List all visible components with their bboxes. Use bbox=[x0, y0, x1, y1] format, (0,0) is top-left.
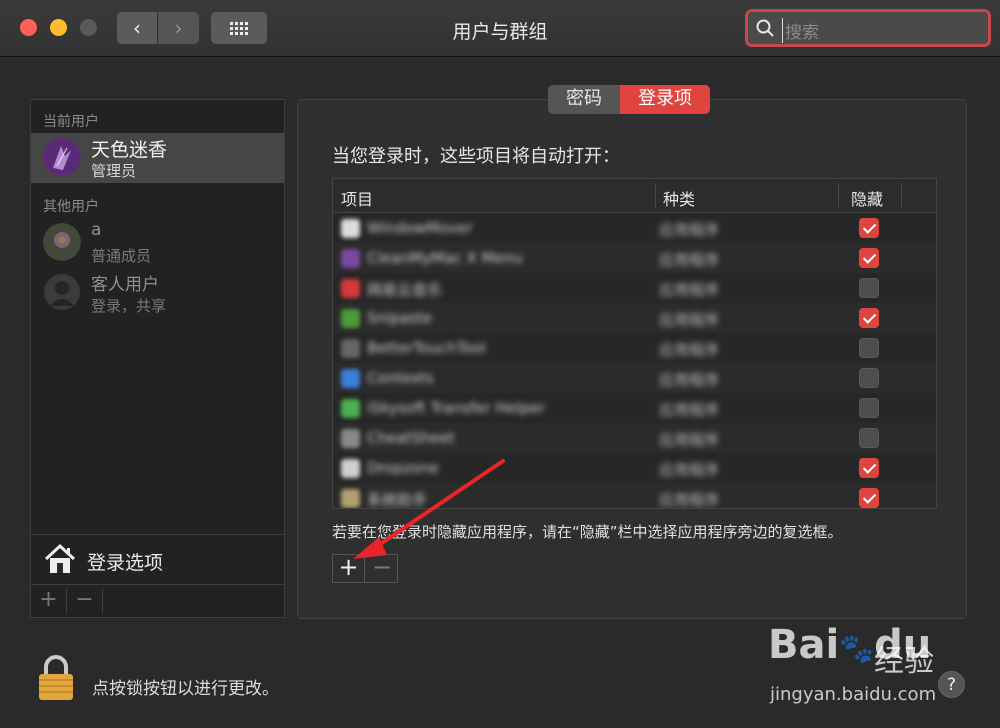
user-name: 客人用户 bbox=[91, 275, 159, 295]
app-name: 系统助手 bbox=[367, 491, 428, 509]
hide-checkbox[interactable] bbox=[859, 368, 879, 388]
tab-password[interactable]: 密码 bbox=[548, 85, 620, 114]
users-sidebar: 当前用户 天色迷香 管理员 其他用户 a 普通成员 客人用户 登录，共享 登录选… bbox=[30, 99, 285, 618]
app-icon bbox=[341, 309, 360, 328]
hide-checkbox[interactable] bbox=[859, 488, 879, 508]
lock-message: 点按锁按钮以进行更改。 bbox=[92, 679, 279, 699]
add-user-button[interactable]: + bbox=[31, 588, 67, 614]
app-kind: 应用程序 bbox=[659, 341, 720, 359]
column-header-item[interactable]: 项目 bbox=[341, 186, 373, 210]
user-name: a bbox=[91, 220, 102, 240]
column-divider bbox=[838, 183, 839, 207]
baidu-watermark-url: jingyan.baidu.com bbox=[770, 684, 937, 705]
app-icon bbox=[341, 279, 360, 298]
app-kind: 应用程序 bbox=[659, 431, 720, 449]
app-icon bbox=[341, 249, 360, 268]
user-name: 天色迷香 bbox=[91, 139, 168, 161]
paw-icon: 🐾 bbox=[839, 632, 875, 665]
help-button[interactable]: ? bbox=[938, 671, 965, 698]
hide-checkbox[interactable] bbox=[859, 398, 879, 418]
table-row[interactable]: CleanMyMac X Menu 应用程序 bbox=[333, 243, 936, 273]
tab-login-items[interactable]: 登录项 bbox=[620, 85, 710, 114]
app-kind: 应用程序 bbox=[659, 221, 720, 239]
user-avatar bbox=[43, 138, 81, 176]
table-row[interactable]: CheatSheet 应用程序 bbox=[333, 423, 936, 453]
app-icon bbox=[341, 459, 360, 478]
app-name: Dropzone bbox=[367, 459, 439, 477]
app-name: iSkysoft Transfer Helper bbox=[367, 399, 546, 417]
table-row[interactable]: WindowMover 应用程序 bbox=[333, 213, 936, 243]
remove-login-item-button[interactable]: − bbox=[366, 555, 398, 582]
hide-checkbox[interactable] bbox=[859, 218, 879, 238]
app-kind: 应用程序 bbox=[659, 251, 720, 269]
app-kind: 应用程序 bbox=[659, 461, 720, 479]
column-header-kind[interactable]: 种类 bbox=[663, 186, 695, 210]
table-row[interactable]: 网易云音乐 应用程序 bbox=[333, 273, 936, 303]
user-item-guest[interactable]: 客人用户 登录，共享 bbox=[31, 268, 284, 318]
app-kind: 应用程序 bbox=[659, 371, 720, 389]
app-icon bbox=[341, 489, 360, 508]
tab-bar: 密码 登录项 bbox=[548, 85, 710, 114]
baidu-watermark-jingyan: 经验 bbox=[874, 644, 934, 679]
login-items-add-remove: + − bbox=[332, 554, 398, 583]
user-role: 登录，共享 bbox=[91, 297, 167, 315]
app-icon bbox=[341, 339, 360, 358]
app-name: Snipaste bbox=[367, 309, 432, 327]
hide-checkbox[interactable] bbox=[859, 458, 879, 478]
table-row[interactable]: Contexts 应用程序 bbox=[333, 363, 936, 393]
table-row[interactable]: BetterTouchTool 应用程序 bbox=[333, 333, 936, 363]
user-item-a[interactable]: a 普通成员 bbox=[31, 218, 284, 268]
login-options-label: 登录选项 bbox=[87, 552, 164, 574]
column-header-hide[interactable]: 隐藏 bbox=[851, 186, 883, 210]
app-kind: 应用程序 bbox=[659, 281, 720, 299]
app-name: BetterTouchTool bbox=[367, 339, 486, 357]
table-row[interactable]: Snipaste 应用程序 bbox=[333, 303, 936, 333]
app-icon bbox=[341, 219, 360, 238]
user-role: 普通成员 bbox=[91, 247, 152, 265]
hide-checkbox[interactable] bbox=[859, 308, 879, 328]
guest-avatar-icon bbox=[44, 274, 80, 310]
login-items-table: 项目 种类 隐藏 WindowMover 应用程序 CleanMyMac X Men… bbox=[332, 178, 937, 509]
search-placeholder: 搜索 bbox=[782, 18, 819, 43]
user-role: 管理员 bbox=[91, 162, 137, 180]
current-users-header: 当前用户 bbox=[43, 114, 99, 130]
app-name: Contexts bbox=[367, 369, 434, 387]
app-name: CleanMyMac X Menu bbox=[367, 249, 523, 267]
titlebar: ‹ › 用户与群组 搜索 bbox=[0, 0, 1000, 57]
table-row[interactable]: 系统助手 应用程序 bbox=[333, 483, 936, 509]
hide-checkbox[interactable] bbox=[859, 338, 879, 358]
user-item-current[interactable]: 天色迷香 管理员 bbox=[31, 133, 284, 183]
app-icon bbox=[341, 399, 360, 418]
table-row[interactable]: iSkysoft Transfer Helper 应用程序 bbox=[333, 393, 936, 423]
app-kind: 应用程序 bbox=[659, 401, 720, 419]
app-icon bbox=[341, 369, 360, 388]
app-kind: 应用程序 bbox=[659, 491, 720, 509]
hide-checkbox[interactable] bbox=[859, 248, 879, 268]
user-avatar bbox=[43, 223, 81, 261]
login-options-item[interactable]: 登录选项 bbox=[31, 534, 284, 584]
hide-checkbox[interactable] bbox=[859, 428, 879, 448]
search-field[interactable]: 搜索 bbox=[745, 9, 991, 47]
app-name: 网易云音乐 bbox=[367, 281, 443, 299]
app-name: CheatSheet bbox=[367, 429, 455, 447]
add-login-item-button[interactable]: + bbox=[333, 555, 365, 582]
search-icon bbox=[756, 19, 774, 37]
app-name: WindowMover bbox=[367, 219, 473, 237]
app-icon bbox=[341, 429, 360, 448]
remove-user-button[interactable]: − bbox=[67, 588, 103, 614]
hide-hint-text: 若要在您登录时隐藏应用程序，请在“隐藏”栏中选择应用程序旁边的复选框。 bbox=[332, 523, 843, 541]
login-items-heading: 当您登录时，这些项目将自动打开： bbox=[332, 146, 620, 167]
sidebar-toolbar: + − bbox=[31, 584, 284, 618]
preferences-window: ‹ › 用户与群组 搜索 当前用户 天色迷香 管理员 其他用户 a 普通成员 客… bbox=[0, 0, 1000, 728]
table-body: WindowMover 应用程序 CleanMyMac X Menu 应用程序 网易云音… bbox=[333, 213, 936, 509]
hide-checkbox[interactable] bbox=[859, 278, 879, 298]
lock-icon[interactable] bbox=[37, 655, 75, 701]
column-divider bbox=[655, 183, 656, 207]
other-users-header: 其他用户 bbox=[43, 199, 99, 215]
table-row[interactable]: Dropzone 应用程序 bbox=[333, 453, 936, 483]
house-icon bbox=[44, 543, 76, 573]
column-divider bbox=[901, 183, 902, 207]
table-header: 项目 种类 隐藏 bbox=[333, 179, 936, 213]
app-kind: 应用程序 bbox=[659, 311, 720, 329]
